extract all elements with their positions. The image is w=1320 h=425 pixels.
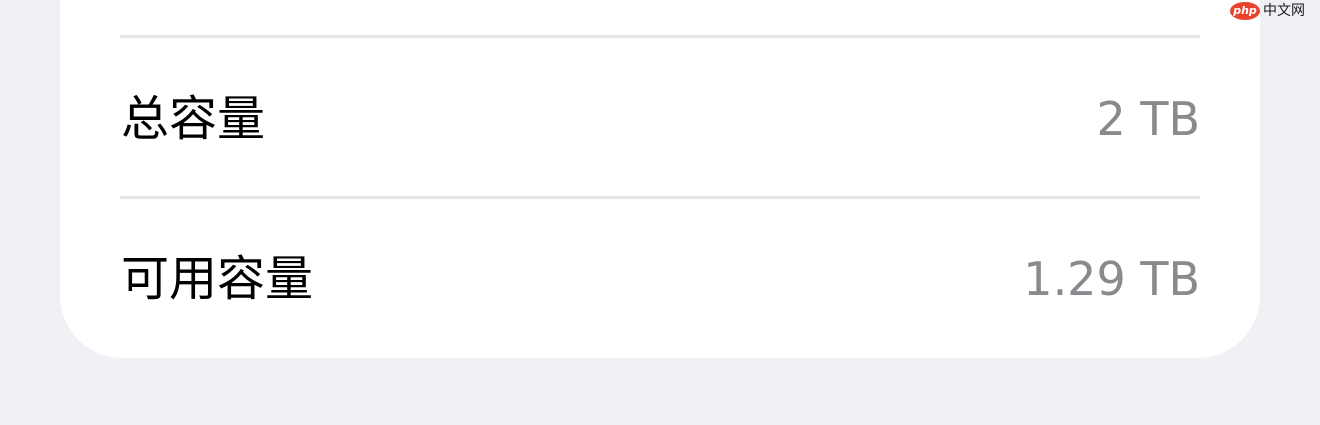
site-watermark: php 中文网 [1230, 0, 1320, 22]
watermark-text: 中文网 [1263, 3, 1305, 19]
total-capacity-value: 2 TB [1096, 92, 1200, 146]
row-divider [120, 35, 1200, 38]
total-capacity-label: 总容量 [121, 91, 266, 147]
php-logo-icon: php [1230, 2, 1260, 20]
available-capacity-value: 1.29 TB [1023, 252, 1200, 306]
available-capacity-label: 可用容量 [121, 251, 314, 307]
row-divider [120, 196, 1200, 199]
